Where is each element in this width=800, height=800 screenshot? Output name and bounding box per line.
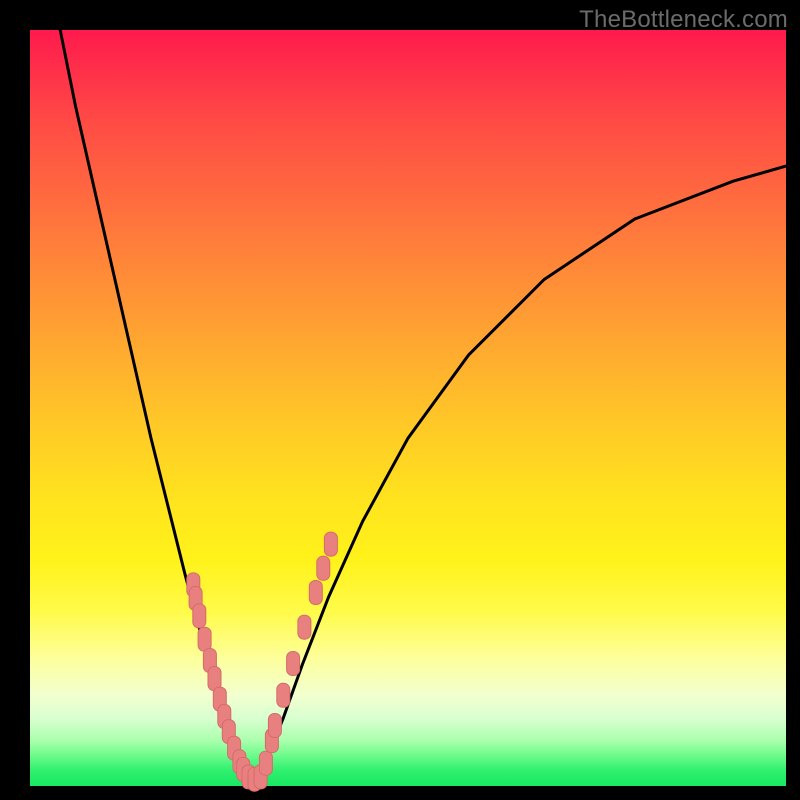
marker-dot	[287, 652, 300, 676]
watermark-text: TheBottleneck.com	[579, 6, 788, 34]
marker-dot	[198, 627, 211, 651]
marker-dot	[259, 751, 272, 775]
chart-svg	[30, 30, 786, 786]
marker-group	[187, 532, 338, 791]
curve-left-path	[60, 30, 246, 778]
marker-dot	[298, 615, 311, 639]
marker-dot	[277, 683, 290, 707]
marker-dot	[317, 556, 330, 580]
chart-frame: TheBottleneck.com	[0, 0, 800, 800]
marker-dot	[324, 532, 337, 556]
marker-dot	[193, 604, 206, 628]
plot-area	[30, 30, 786, 786]
curve-right-path	[257, 166, 786, 778]
marker-dot	[268, 714, 281, 738]
marker-dot	[309, 581, 322, 605]
